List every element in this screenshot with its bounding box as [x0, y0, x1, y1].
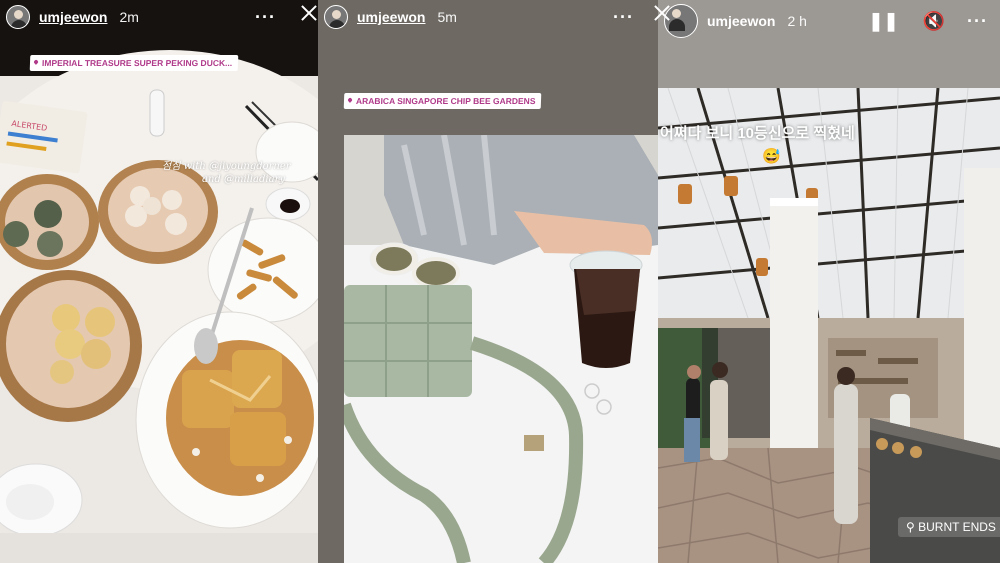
mute-icon[interactable]: 🔇	[923, 11, 945, 32]
caption-line: 점심 with @jiyoungdorner	[162, 161, 291, 172]
username[interactable]: umjeewon	[357, 9, 425, 25]
story-header: umjeewon 2 h ❚❚ 🔇 ···	[658, 4, 1000, 38]
story-header: umjeewon 5m ···	[318, 0, 658, 34]
timestamp: 2m	[119, 9, 139, 25]
story-caption: 어쩌다 보니 10등신으로 찍혔네	[660, 122, 855, 143]
caption-line: and @milladiary	[202, 174, 286, 185]
cafe-photo-illustration	[344, 135, 658, 563]
more-dots-icon[interactable]: ···	[613, 7, 634, 28]
story-panel-1[interactable]: ALERTED umjeewon 2m ··· IMPERIAL TREASUR…	[0, 0, 318, 563]
username[interactable]: umjeewon	[707, 13, 775, 29]
timestamp: 5m	[437, 9, 457, 25]
story-caption: 점심 with @jiyoungdorner and @milladiary	[162, 160, 291, 186]
close-icon[interactable]	[652, 3, 672, 23]
story-panel-2[interactable]: umjeewon 5m ··· ARABICA SINGAPORE CHIP B…	[318, 0, 658, 563]
story-panel-3[interactable]: umjeewon 2 h ❚❚ 🔇 ··· 어쩌다 보니 10등신으로 찍혔네 …	[658, 0, 1000, 563]
location-sticker[interactable]: ⚲ BURNT ENDS SG	[898, 517, 1000, 537]
more-dots-icon[interactable]: ···	[255, 7, 276, 28]
close-icon[interactable]	[299, 3, 319, 23]
story-photo-cafe	[344, 135, 658, 563]
location-sticker-label: IMPERIAL TREASURE SUPER PEKING DUCK...	[41, 58, 233, 68]
location-sticker-label: BURNT ENDS SG	[918, 520, 1000, 534]
avatar[interactable]	[324, 5, 348, 29]
location-pin-icon: ⚲	[906, 520, 919, 534]
location-sticker-label: ARABICA SINGAPORE CHIP BEE GARDENS	[355, 96, 536, 106]
username[interactable]: umjeewon	[39, 9, 107, 25]
caption-text: 어쩌다 보니 10등신으로 찍혔네	[660, 125, 855, 142]
more-dots-icon[interactable]: ···	[967, 11, 988, 32]
caption-emoji: 😅	[762, 148, 781, 165]
dimsum-photo-illustration: ALERTED	[0, 0, 318, 563]
location-sticker[interactable]: ARABICA SINGAPORE CHIP BEE GARDENS	[343, 93, 542, 109]
pause-icon[interactable]: ❚❚	[868, 11, 898, 32]
restaurant-photo-illustration	[658, 88, 1000, 563]
story-header: umjeewon 2m ···	[0, 0, 318, 34]
story-photo-restaurant	[658, 88, 1000, 563]
avatar[interactable]	[6, 5, 30, 29]
timestamp: 2 h	[787, 13, 807, 29]
story-photo-dimsum: ALERTED	[0, 0, 318, 563]
location-sticker[interactable]: IMPERIAL TREASURE SUPER PEKING DUCK...	[29, 55, 239, 71]
